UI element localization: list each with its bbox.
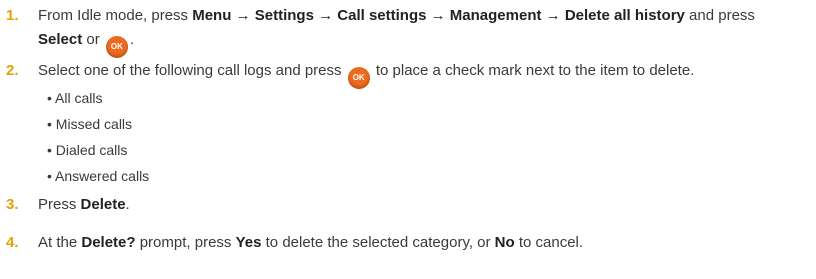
step-number: 3. bbox=[6, 196, 19, 213]
ok-key-icon: OK bbox=[347, 67, 370, 89]
step-1-line-2: Select or OK. bbox=[38, 31, 134, 58]
step-1-line-1: From Idle mode, press Menu → Settings → … bbox=[38, 7, 755, 24]
menu-path-item: Settings bbox=[254, 7, 314, 24]
step-2-line: Select one of the following call logs an… bbox=[38, 62, 694, 89]
menu-path-item: Call settings bbox=[337, 7, 427, 24]
select-label: Select bbox=[38, 31, 83, 48]
step-3-line: Press Delete. bbox=[38, 196, 130, 213]
step-number: 2. bbox=[6, 62, 19, 79]
list-item: • Answered calls bbox=[47, 168, 150, 184]
step-4-line: At the Delete? prompt, press Yes to dele… bbox=[38, 234, 584, 251]
ok-key-icon: OK bbox=[105, 36, 128, 58]
list-item: • Dialed calls bbox=[47, 142, 128, 158]
list-item: • All calls bbox=[47, 90, 103, 106]
step-number: 1. bbox=[6, 7, 19, 24]
menu-path-item: Menu bbox=[192, 7, 232, 24]
menu-path-item: Delete all history bbox=[564, 7, 685, 24]
step-number: 4. bbox=[6, 234, 19, 251]
delete-label: Delete bbox=[80, 196, 126, 213]
list-item: • Missed calls bbox=[47, 116, 133, 132]
menu-path-item: Management bbox=[449, 7, 542, 24]
